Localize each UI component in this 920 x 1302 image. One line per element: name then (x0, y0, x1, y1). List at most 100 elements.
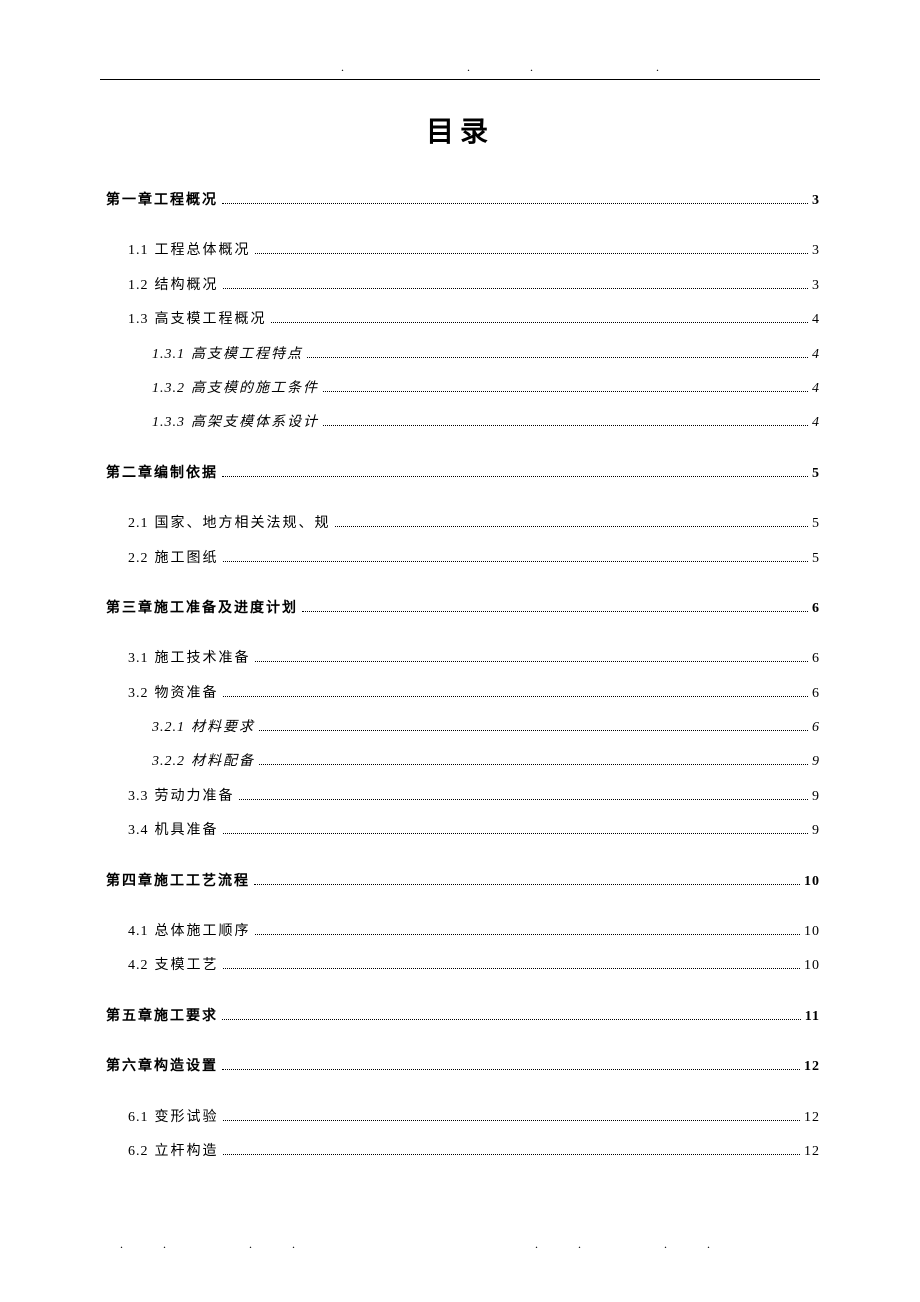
toc-entry[interactable]: 3.1 施工技术准备 6 (100, 648, 820, 670)
toc-entry-number: 3.2.1 (152, 717, 185, 739)
toc-entry[interactable]: 6.2立杆构造12 (100, 1141, 820, 1163)
toc-entry[interactable]: 第三章施工准备及进度计划 6 (100, 598, 820, 620)
toc-entry-page: 10 (804, 871, 820, 893)
toc-entry-page: 12 (804, 1107, 820, 1129)
toc-entry-text: 支模工艺 (155, 955, 219, 977)
toc-entry-page: 10 (804, 955, 820, 977)
toc-leader-dots (223, 561, 809, 562)
toc-entry[interactable]: 第一章工程概况 3 (100, 190, 820, 212)
toc-entry-number: 3.3 (128, 786, 149, 808)
toc-entry-text: 第二章编制依据 (106, 463, 218, 485)
toc-entry-number: 4.1 (128, 921, 149, 943)
toc-entry-page: 4 (812, 412, 820, 434)
toc-entry-page: 12 (804, 1056, 820, 1078)
toc-entry-page: 10 (804, 921, 820, 943)
toc-entry-number: 1.3.2 (152, 378, 185, 400)
footer-marks-left: .. .. (120, 1237, 335, 1251)
toc-leader-dots (223, 833, 809, 834)
toc-entry-page: 6 (812, 598, 820, 620)
toc-entry-text: 立杆构造 (155, 1141, 219, 1163)
toc-leader-dots (259, 764, 808, 765)
toc-entry[interactable]: 6.1变形试验12 (100, 1107, 820, 1129)
toc-entry-page: 12 (804, 1141, 820, 1163)
toc-leader-dots (223, 1120, 801, 1121)
toc-entry[interactable]: 3.2.2材料配备9 (100, 751, 820, 773)
toc-entry-text: 材料配备 (191, 751, 255, 773)
toc-entry-page: 5 (812, 513, 820, 535)
toc-leader-dots (302, 611, 808, 612)
toc-entry-number: 1.3.3 (152, 412, 185, 434)
toc-leader-dots (254, 884, 800, 885)
toc-entry-page: 3 (812, 190, 820, 212)
toc-entry-page: 9 (812, 786, 820, 808)
toc-entry-text: 第一章工程概况 (106, 190, 218, 212)
toc-leader-dots (222, 476, 808, 477)
toc-entry-text: 第四章施工工艺流程 (106, 871, 250, 893)
header-marks: . .. . (100, 60, 820, 75)
table-of-contents: 第一章工程概况31.1工程总体概况31.2结构概况31.3高支模工程概况41.3… (100, 190, 820, 1163)
toc-entry-text: 施工技术准备 (155, 648, 251, 670)
toc-entry-text: 结构概况 (155, 275, 219, 297)
toc-entry[interactable]: 第六章构造设置12 (100, 1056, 820, 1078)
toc-entry-page: 4 (812, 344, 820, 366)
toc-entry-text: 劳动力准备 (155, 786, 235, 808)
toc-entry-text: 高支模的施工条件 (191, 378, 319, 400)
toc-entry-page: 3 (812, 275, 820, 297)
toc-entry-text: 施工图纸 (155, 548, 219, 570)
toc-leader-dots (222, 203, 808, 204)
toc-leader-dots (239, 799, 809, 800)
toc-entry-number: 2.1 (128, 513, 149, 535)
toc-entry[interactable]: 2.1 国家、地方相关法规、规 5 (100, 513, 820, 535)
toc-entry-page: 3 (812, 240, 820, 262)
toc-entry-text: 物资准备 (155, 683, 219, 705)
toc-leader-dots (323, 391, 808, 392)
toc-entry-page: 6 (812, 683, 820, 705)
toc-entry-text: 工程总体概况 (155, 240, 251, 262)
toc-entry-text: 机具准备 (155, 820, 219, 842)
footer-marks: .. .... .. (120, 1237, 750, 1252)
toc-entry-number: 3.1 (128, 648, 149, 670)
page-container: . .. . 目录 第一章工程概况31.1工程总体概况31.2结构概况31.3高… (0, 0, 920, 1215)
toc-entry[interactable]: 3.2 物资准备 6 (100, 683, 820, 705)
toc-entry[interactable]: 1.2结构概况3 (100, 275, 820, 297)
toc-entry-page: 6 (812, 648, 820, 670)
toc-entry-page: 5 (812, 548, 820, 570)
toc-entry[interactable]: 1.1 工程总体概况 3 (100, 240, 820, 262)
toc-entry[interactable]: 1.3高支模工程概况4 (100, 309, 820, 331)
toc-entry[interactable]: 1.3.1高支模工程特点4 (100, 344, 820, 366)
toc-entry-page: 5 (812, 463, 820, 485)
toc-entry[interactable]: 第五章施工要求11 (100, 1006, 820, 1028)
toc-entry-number: 3.2 (128, 683, 149, 705)
toc-entry-text: 高支模工程特点 (191, 344, 303, 366)
toc-entry-text: 高支模工程概况 (155, 309, 267, 331)
toc-entry[interactable]: 3.4机具准备9 (100, 820, 820, 842)
toc-entry-number: 4.2 (128, 955, 149, 977)
toc-entry[interactable]: 3.2.1材料要求6 (100, 717, 820, 739)
toc-entry[interactable]: 1.3.3 高架支模体系设计 4 (100, 412, 820, 434)
toc-entry-page: 4 (812, 378, 820, 400)
toc-entry[interactable]: 第二章编制依据 5 (100, 463, 820, 485)
toc-leader-dots (222, 1069, 800, 1070)
toc-entry-page: 9 (812, 820, 820, 842)
toc-leader-dots (255, 661, 809, 662)
toc-leader-dots (259, 730, 808, 731)
toc-entry[interactable]: 2.2施工图纸5 (100, 548, 820, 570)
toc-leader-dots (222, 1019, 801, 1020)
toc-entry-number: 6.1 (128, 1107, 149, 1129)
toc-leader-dots (307, 357, 808, 358)
header-rule (100, 79, 820, 80)
toc-leader-dots (223, 288, 809, 289)
toc-entry-page: 4 (812, 309, 820, 331)
toc-leader-dots (223, 1154, 801, 1155)
toc-entry-text: 高架支模体系设计 (191, 412, 319, 434)
toc-entry[interactable]: 4.2 支模工艺 10 (100, 955, 820, 977)
toc-entry[interactable]: 4.1总体施工顺序10 (100, 921, 820, 943)
toc-leader-dots (255, 253, 809, 254)
toc-entry-text: 第三章施工准备及进度计划 (106, 598, 298, 620)
toc-entry-number: 1.1 (128, 240, 149, 262)
toc-entry[interactable]: 第四章施工工艺流程 10 (100, 871, 820, 893)
toc-entry[interactable]: 3.3 劳动力准备 9 (100, 786, 820, 808)
toc-entry[interactable]: 1.3.2 高支模的施工条件 4 (100, 378, 820, 400)
toc-entry-text: 国家、地方相关法规、规 (155, 513, 331, 535)
toc-leader-dots (271, 322, 809, 323)
